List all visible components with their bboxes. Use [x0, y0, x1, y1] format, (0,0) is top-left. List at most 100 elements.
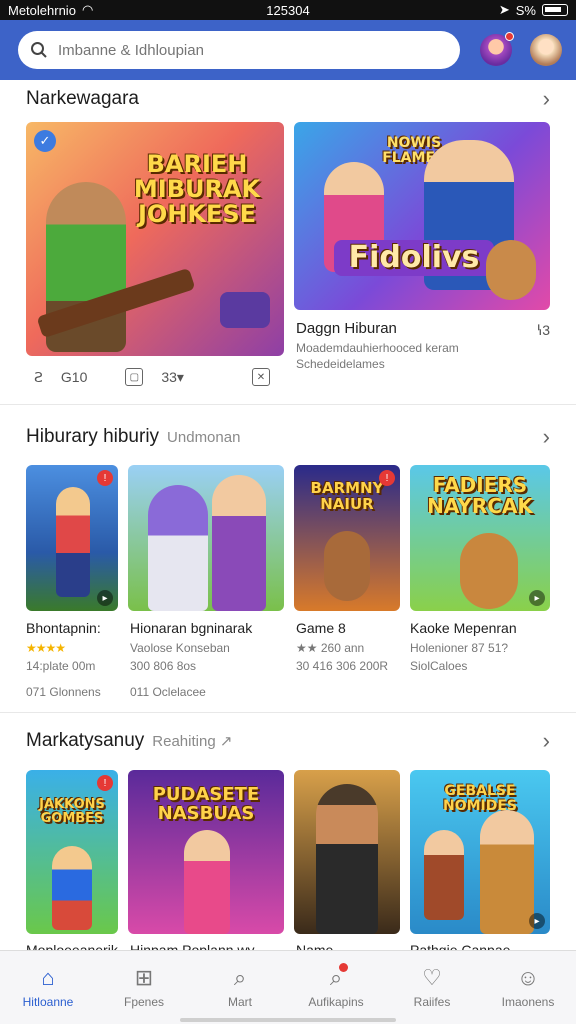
section-title-2: Hiburary hiburiy Undmonan — [26, 426, 240, 448]
meta-count: G10 — [60, 369, 88, 385]
character-illustration — [324, 531, 370, 601]
game-card[interactable]: ! ▸ — [26, 465, 118, 611]
card-subtitle: Vaolose Konseban — [130, 641, 230, 655]
featured-game-card[interactable]: ✓ BARIEH MIBURAK JOHKESE — [26, 122, 284, 356]
play-icon[interactable]: ▸ — [97, 590, 113, 606]
game-card[interactable]: JAKKONS GOMBES ! — [26, 770, 118, 934]
nav-label: Hitloanne — [22, 994, 74, 1009]
profile-icon: ☺ — [516, 964, 540, 990]
card-art-title: GEBALSE NOMIDES — [442, 783, 518, 814]
card-subtitle: 071 Glonnens — [26, 685, 101, 699]
card-subtitle: 30 416 306 200R — [296, 659, 389, 673]
section-3-subheading: Reahiting ↗ — [152, 733, 233, 750]
notification-dot — [505, 32, 515, 41]
card-art-title: Fidolivs — [334, 240, 494, 276]
more-icon[interactable]: ✕ — [251, 368, 270, 386]
play-icon[interactable]: ▸ — [529, 913, 545, 929]
battery-percent: S% — [515, 2, 536, 18]
featured-meta-row: Ꙅ G10 ▢ 33▾ ✕ — [34, 368, 270, 386]
chevron-right-icon[interactable]: › — [543, 728, 550, 754]
card-subtitle: Moademdauhierhooced keram — [296, 341, 459, 355]
card-art-title: JAKKONS GOMBES — [39, 797, 105, 826]
card-art-title: BARMNY NAIUR — [310, 479, 384, 513]
rating-stars: ★★★★ — [26, 641, 66, 655]
chevron-right-icon[interactable]: › — [543, 424, 550, 450]
featured-game-card-2[interactable]: NOWIS FLAMER Fidolivs — [294, 122, 550, 310]
status-bar: Metolehrnio ◠ 125304 ➤ S% — [0, 0, 576, 20]
nav-item-apps[interactable]: ⌕ Aufikapins — [288, 951, 384, 1024]
nav-item-games[interactable]: ⊞ Fpenes — [96, 951, 192, 1024]
battery-icon — [542, 4, 568, 16]
controller-icon — [220, 292, 270, 328]
character-illustration — [212, 475, 266, 611]
character-illustration — [480, 810, 534, 934]
card-art-title: BARIEH MIBURAK JOHKESE — [133, 150, 261, 229]
notification-dot — [339, 963, 348, 972]
nav-label: Imaonens — [501, 994, 555, 1009]
divider — [0, 712, 576, 713]
section-title-1: Narkewagara — [26, 88, 139, 110]
game-card[interactable] — [128, 465, 284, 611]
nav-item-mart[interactable]: ⌕ Mart — [192, 951, 288, 1024]
character-illustration — [184, 830, 230, 934]
chevron-right-icon[interactable]: › — [543, 86, 550, 112]
divider — [0, 404, 576, 405]
meta-count[interactable]: 33▾ — [161, 369, 184, 386]
bear-illustration — [486, 240, 536, 300]
card-art-title: PUDASETE NASBUAS — [152, 784, 260, 824]
card-subtitle: Schedeidelames — [296, 357, 385, 371]
section-2-heading: Hiburary hiburiy — [26, 426, 160, 447]
game-card[interactable]: PUDASETE NASBUAS — [128, 770, 284, 934]
profile-avatar[interactable] — [480, 32, 515, 66]
game-card[interactable] — [294, 770, 400, 934]
play-icon[interactable]: ▸ — [529, 590, 545, 606]
badge-icon: ! — [97, 470, 113, 486]
nav-item-profile[interactable]: ☺ Imaonens — [480, 951, 576, 1024]
carrier-label: Metolehrnio — [8, 2, 76, 18]
nav-label: Aufikapins — [308, 994, 364, 1009]
card-subtitle: 011 Oclelacee — [130, 685, 206, 699]
home-indicator — [180, 1018, 396, 1022]
wifi-icon: ◠ — [81, 2, 94, 17]
grid-icon: ⊞ — [134, 964, 154, 990]
character-illustration — [424, 830, 464, 920]
home-icon: ⌂ — [41, 964, 55, 990]
secondary-avatar[interactable] — [530, 34, 562, 66]
character-illustration — [52, 846, 92, 930]
section-2-subheading: Undmonan — [167, 429, 241, 446]
card-title: Bhontapnin: — [26, 620, 101, 636]
location-icon: ➤ — [498, 2, 510, 17]
nav-item-home[interactable]: ⌂ Hitloanne — [0, 951, 96, 1024]
badge-icon: ! — [97, 775, 113, 791]
card-subtitle: 14:plate 00m — [26, 659, 96, 673]
bottom-nav: ⌂ Hitloanne ⊞ Fpenes ⌕ Mart ⌕ Aufikapins… — [0, 950, 576, 1024]
bear-illustration — [460, 533, 518, 609]
card-title: Game 8 — [296, 620, 346, 636]
card-title: Daggn Hiburan — [296, 320, 397, 337]
nav-label: Mart — [228, 994, 252, 1009]
nav-label: Fpenes — [123, 994, 165, 1009]
card-rating: ꝇ3 — [536, 322, 550, 338]
game-card[interactable]: BARMNY NAIUR ! — [294, 465, 400, 611]
card-title: Hionaran bgninarak — [130, 620, 253, 636]
card-title: Kaoke Mepenran — [410, 620, 517, 636]
card-subtitle: SiolCaloes — [410, 659, 468, 673]
nav-item-favorites[interactable]: ♡ Raiifes — [384, 951, 480, 1024]
app-header — [0, 20, 576, 80]
gallery-icon[interactable]: ▢ — [125, 368, 144, 386]
card-subtitle: Holenioner 87 51? — [410, 641, 509, 655]
search-input[interactable] — [58, 41, 438, 59]
card-subtitle: ★★ 260 ann — [296, 641, 365, 655]
check-icon: ✓ — [34, 130, 56, 152]
section-1-heading: Narkewagara — [26, 88, 139, 109]
heart-icon: ♡ — [422, 964, 442, 990]
character-illustration — [316, 784, 378, 934]
section-3-heading: Markatysanuy — [26, 730, 145, 751]
game-card[interactable]: GEBALSE NOMIDES ▸ — [410, 770, 550, 934]
nav-label: Raiifes — [413, 994, 451, 1009]
share-icon[interactable]: Ꙅ — [34, 369, 43, 386]
search-icon: ⌕ — [233, 964, 247, 990]
character-illustration — [56, 487, 90, 597]
game-card[interactable]: FADIERS NAYRCAK ▸ — [410, 465, 550, 611]
search-bar[interactable] — [18, 31, 461, 69]
